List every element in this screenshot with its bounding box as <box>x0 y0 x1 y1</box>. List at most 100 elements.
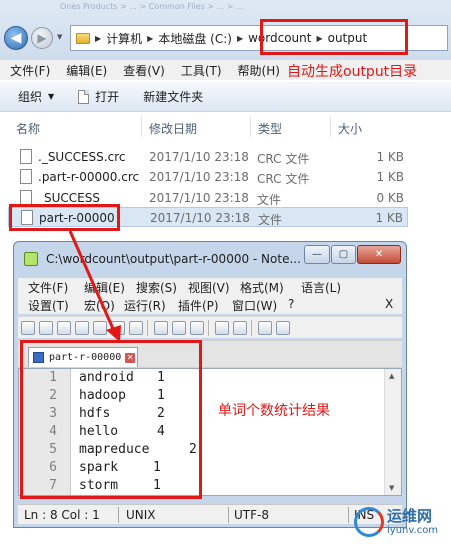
menu-edit[interactable]: 编辑(E) <box>66 62 107 79</box>
chevron-right-icon[interactable]: ▶ <box>237 34 243 43</box>
recent-locations-dropdown[interactable]: ▼ <box>57 33 62 41</box>
menu-file[interactable]: 文件(F) <box>10 62 50 79</box>
file-name: ._SUCCESS.crc <box>38 150 126 164</box>
column-name[interactable]: 名称 <box>16 120 40 137</box>
file-date: 2017/1/10 23:18 <box>149 191 249 205</box>
np-doc-close-button[interactable]: X <box>385 297 393 311</box>
address-highlight-box <box>260 19 408 55</box>
explorer-toolbar: 组织 ▼ 打开 新建文件夹 <box>0 82 451 112</box>
open-button[interactable]: 打开 <box>78 88 119 105</box>
column-divider[interactable] <box>141 115 142 137</box>
toolbar-separator <box>208 319 209 336</box>
column-divider[interactable] <box>330 115 331 137</box>
np-menu-macro[interactable]: 宏(O) <box>84 297 115 314</box>
save-all-icon[interactable] <box>75 320 89 335</box>
close-all-icon[interactable] <box>111 320 125 335</box>
np-menu-run[interactable]: 运行(R) <box>124 297 166 314</box>
menu-tools[interactable]: 工具(T) <box>181 62 222 79</box>
column-type[interactable]: 类型 <box>258 120 282 137</box>
close-button[interactable]: ✕ <box>357 245 401 264</box>
column-divider[interactable] <box>250 115 251 137</box>
back-button[interactable]: ◀ <box>4 26 28 50</box>
new-folder-button[interactable]: 新建文件夹 <box>143 88 203 105</box>
breadcrumb-computer[interactable]: 计算机 <box>106 30 142 47</box>
status-divider <box>348 507 349 523</box>
np-menu-format[interactable]: 格式(M) <box>240 279 284 296</box>
new-file-icon[interactable] <box>21 320 35 335</box>
breadcrumb-local-disk[interactable]: 本地磁盘 (C:) <box>158 30 232 47</box>
replace-icon[interactable] <box>276 320 290 335</box>
organize-label: 组织 <box>18 90 43 104</box>
file-row[interactable]: .part-r-00000.crc 2017/1/10 23:18 CRC 文件… <box>8 167 408 187</box>
caret-down-icon: ▼ <box>48 92 55 101</box>
np-menu-search[interactable]: 搜索(S) <box>136 279 177 296</box>
close-file-icon[interactable] <box>93 320 107 335</box>
toolbar-separator <box>251 319 252 336</box>
status-encoding: UTF-8 <box>234 508 269 522</box>
cut-icon[interactable] <box>154 320 168 335</box>
watermark-logo-icon <box>354 507 384 537</box>
notepad-menubar: 文件(F) 编辑(E) 搜索(S) 视图(V) 格式(M) 语言(L) 设置(T… <box>18 278 402 314</box>
minimize-button[interactable]: — <box>304 245 330 264</box>
notepad-statusbar: Ln : 8 Col : 1 UNIX UTF-8 INS <box>18 504 402 524</box>
content-highlight-box <box>20 340 202 499</box>
status-eol: UNIX <box>126 508 156 522</box>
print-icon[interactable] <box>129 320 143 335</box>
faded-path-text: Ones Products > ... > Common Files > ...… <box>60 2 244 11</box>
watermark-name: 运维网 <box>387 507 433 525</box>
organize-button[interactable]: 组织 ▼ <box>18 88 54 105</box>
arrow-right-icon: ▶ <box>37 31 47 45</box>
forward-button[interactable]: ▶ <box>31 27 53 49</box>
copy-icon[interactable] <box>172 320 186 335</box>
file-icon <box>20 169 32 184</box>
file-type: 文件 <box>258 213 283 227</box>
chevron-right-icon[interactable]: ▶ <box>95 34 101 43</box>
file-name: .part-r-00000.crc <box>38 170 140 184</box>
column-date[interactable]: 修改日期 <box>149 120 197 137</box>
document-icon <box>78 89 90 104</box>
undo-icon[interactable] <box>215 320 229 335</box>
notepad-titlebar[interactable]: C:\wordcount\output\part-r-00000 - Note.… <box>14 242 406 274</box>
file-date: 2017/1/10 23:18 <box>149 170 249 184</box>
toolbar-separator <box>147 319 148 336</box>
annotation-output-dir: 自动生成output目录 <box>287 64 418 80</box>
np-menu-help[interactable]: ? <box>288 297 294 311</box>
menu-view[interactable]: 查看(V) <box>123 62 165 79</box>
notepad-app-icon <box>24 252 38 266</box>
maximize-button[interactable]: ▢ <box>331 245 356 264</box>
file-highlight-box <box>9 204 120 231</box>
np-menu-file[interactable]: 文件(F) <box>28 279 68 296</box>
file-type: CRC 文件 <box>257 172 310 186</box>
new-folder-label: 新建文件夹 <box>143 90 204 104</box>
chevron-right-icon[interactable]: ▶ <box>147 34 153 43</box>
status-position: Ln : 8 Col : 1 <box>24 508 100 522</box>
screenshot-root: Ones Products > ... > Common Files > ...… <box>0 0 451 545</box>
redo-icon[interactable] <box>233 320 247 335</box>
vertical-scrollbar[interactable]: ▲ ▼ <box>384 369 401 495</box>
np-menu-language[interactable]: 语言(L) <box>301 279 341 296</box>
np-menu-window[interactable]: 窗口(W) <box>232 297 277 314</box>
folder-icon <box>76 32 90 44</box>
notepad-title: C:\wordcount\output\part-r-00000 - Note.… <box>46 252 301 266</box>
status-divider <box>118 507 119 523</box>
file-size: 1 KB <box>375 211 403 225</box>
np-menu-edit[interactable]: 编辑(E) <box>84 279 125 296</box>
paste-icon[interactable] <box>190 320 204 335</box>
save-icon[interactable] <box>57 320 71 335</box>
open-file-icon[interactable] <box>39 320 53 335</box>
annotation-word-count-result: 单词个数统计结果 <box>218 403 330 419</box>
np-menu-plugins[interactable]: 插件(P) <box>178 297 219 314</box>
column-size[interactable]: 大小 <box>338 120 362 137</box>
file-row[interactable]: ._SUCCESS.crc 2017/1/10 23:18 CRC 文件 1 K… <box>8 147 408 167</box>
notepad-toolbar <box>18 316 402 338</box>
scroll-down-icon[interactable]: ▼ <box>389 484 394 492</box>
scroll-up-icon[interactable]: ▲ <box>389 372 394 380</box>
file-icon <box>20 149 32 164</box>
menu-help[interactable]: 帮助(H) <box>238 62 280 79</box>
file-size: 1 KB <box>376 150 404 164</box>
find-icon[interactable] <box>258 320 272 335</box>
file-size: 0 KB <box>376 191 404 205</box>
np-menu-settings[interactable]: 设置(T) <box>28 297 69 314</box>
file-name: _SUCCESS <box>38 191 100 205</box>
np-menu-view[interactable]: 视图(V) <box>188 279 230 296</box>
